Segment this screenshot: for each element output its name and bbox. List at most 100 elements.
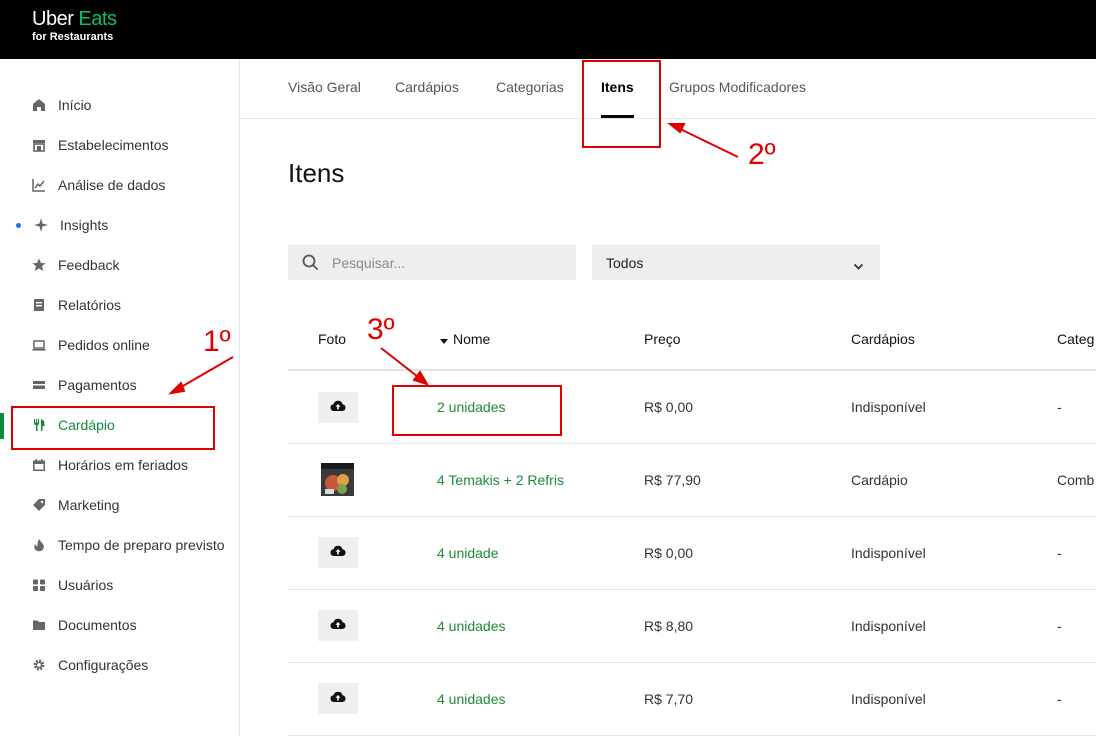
sidebar-item-label: Horários em feriados (58, 457, 188, 473)
table-header-divider (288, 369, 1096, 371)
search-input[interactable] (330, 252, 564, 274)
tab-visao-geral[interactable]: Visão Geral (288, 79, 361, 95)
annotation-arrow-2 (675, 126, 739, 158)
item-menu: Indisponível (851, 618, 926, 634)
item-photo-thumbnail[interactable] (321, 463, 354, 496)
logo-eats: Eats (78, 8, 117, 30)
upload-photo-button[interactable] (318, 392, 358, 423)
sidebar-item-label: Usuários (58, 577, 114, 593)
item-price: R$ 77,90 (644, 472, 701, 488)
item-name-link[interactable]: 4 Temakis + 2 Refris (437, 472, 564, 488)
item-category: - (1057, 545, 1062, 561)
column-header-nome[interactable]: Nome (440, 331, 490, 348)
sidebar-item-feedback[interactable]: Feedback (0, 245, 239, 285)
annotation-box-item-name (392, 385, 562, 436)
card-icon (31, 377, 47, 393)
star-icon (31, 257, 47, 273)
select-value: Todos (606, 255, 644, 271)
annotation-label-3: 3º (367, 313, 395, 346)
sidebar-item-pagamentos[interactable]: Pagamentos (0, 365, 239, 405)
sidebar-item-label: Marketing (58, 497, 120, 513)
sidebar-item-label: Pagamentos (58, 377, 137, 393)
sidebar-item-inicio[interactable]: Início (0, 85, 239, 125)
item-name-link[interactable]: 4 unidades (437, 691, 506, 707)
sparkle-icon (33, 217, 49, 233)
report-icon (31, 297, 47, 313)
item-category: Comb (1057, 472, 1095, 488)
sidebar-item-analise[interactable]: Análise de dados (0, 165, 239, 205)
cloud-upload-icon (330, 399, 346, 417)
sidebar-item-label: Estabelecimentos (58, 137, 169, 153)
cloud-upload-icon (330, 690, 346, 708)
sidebar-item-label: Insights (60, 217, 109, 233)
gear-icon (31, 657, 47, 673)
row-divider (288, 516, 1096, 517)
annotation-label-1: 1º (203, 325, 231, 358)
search-icon (302, 254, 319, 276)
cloud-upload-icon (330, 544, 346, 562)
sidebar-item-label: Início (58, 97, 92, 113)
cloud-upload-icon (330, 617, 346, 635)
sidebar-item-documentos[interactable]: Documentos (0, 605, 239, 645)
column-header-cardapios[interactable]: Cardápios (851, 331, 915, 347)
sidebar-item-estabelecimentos[interactable]: Estabelecimentos (0, 125, 239, 165)
column-header-label: Nome (453, 331, 491, 347)
item-price: R$ 7,70 (644, 691, 694, 707)
sidebar-item-insights[interactable]: Insights (0, 205, 239, 245)
item-name-link[interactable]: 4 unidade (437, 545, 499, 561)
sidebar-item-marketing[interactable]: Marketing (0, 485, 239, 525)
new-indicator-dot (16, 223, 21, 228)
uber-eats-logo[interactable]: Uber Eats for Restaurants (32, 8, 117, 44)
sidebar-item-usuarios[interactable]: Usuários (0, 565, 239, 605)
logo-uber: Uber (32, 8, 74, 30)
sidebar-item-label: Relatórios (58, 297, 122, 313)
item-category: - (1057, 691, 1062, 707)
annotation-box-cardapio (11, 406, 215, 450)
item-menu: Cardápio (851, 472, 908, 488)
item-price: R$ 8,80 (644, 618, 694, 634)
sort-descending-icon (440, 332, 448, 348)
item-name-link[interactable]: 4 unidades (437, 618, 506, 634)
tab-grupos-modificadores[interactable]: Grupos Modificadores (669, 79, 806, 95)
item-category: - (1057, 399, 1062, 415)
column-header-categorias[interactable]: Categ (1057, 331, 1094, 347)
column-header-foto: Foto (318, 331, 347, 347)
home-icon (31, 97, 47, 113)
annotation-box-itens-tab (582, 60, 661, 148)
search-box[interactable] (288, 245, 576, 280)
annotation-label-2: 2º (748, 138, 776, 171)
upload-photo-button[interactable] (318, 610, 358, 641)
sidebar-item-horarios-feriados[interactable]: Horários em feriados (0, 445, 239, 485)
row-divider (288, 443, 1096, 444)
sidebar-item-label: Análise de dados (58, 177, 166, 193)
item-menu: Indisponível (851, 545, 926, 561)
annotation-arrowhead-3 (412, 370, 430, 386)
sidebar-item-label: Configurações (58, 657, 149, 673)
annotation-arrow-3 (380, 347, 423, 381)
upload-photo-button[interactable] (318, 683, 358, 714)
chart-icon (31, 177, 47, 193)
sidebar: Início Estabelecimentos Análise de dados… (0, 59, 240, 736)
chevron-down-icon (853, 258, 864, 276)
item-price: R$ 0,00 (644, 545, 694, 561)
sidebar-item-relatorios[interactable]: Relatórios (0, 285, 239, 325)
annotation-arrowhead-2 (667, 123, 686, 134)
column-header-preco[interactable]: Preço (644, 331, 681, 347)
sidebar-item-configuracoes[interactable]: Configurações (0, 645, 239, 685)
sidebar-item-label: Documentos (58, 617, 137, 633)
tab-categorias[interactable]: Categorias (496, 79, 564, 95)
upload-photo-button[interactable] (318, 537, 358, 568)
item-menu: Indisponível (851, 691, 926, 707)
sidebar-item-label: Feedback (58, 257, 120, 273)
sidebar-item-tempo-preparo[interactable]: Tempo de preparo previsto (0, 525, 239, 565)
item-price: R$ 0,00 (644, 399, 694, 415)
item-category: - (1057, 618, 1062, 634)
tab-cardapios[interactable]: Cardápios (395, 79, 459, 95)
calendar-icon (31, 457, 47, 473)
users-icon (31, 577, 47, 593)
store-icon (31, 137, 47, 153)
active-indicator (0, 413, 4, 439)
tag-icon (31, 497, 47, 513)
menu-filter-select[interactable]: Todos (592, 245, 880, 280)
folder-icon (31, 617, 47, 633)
